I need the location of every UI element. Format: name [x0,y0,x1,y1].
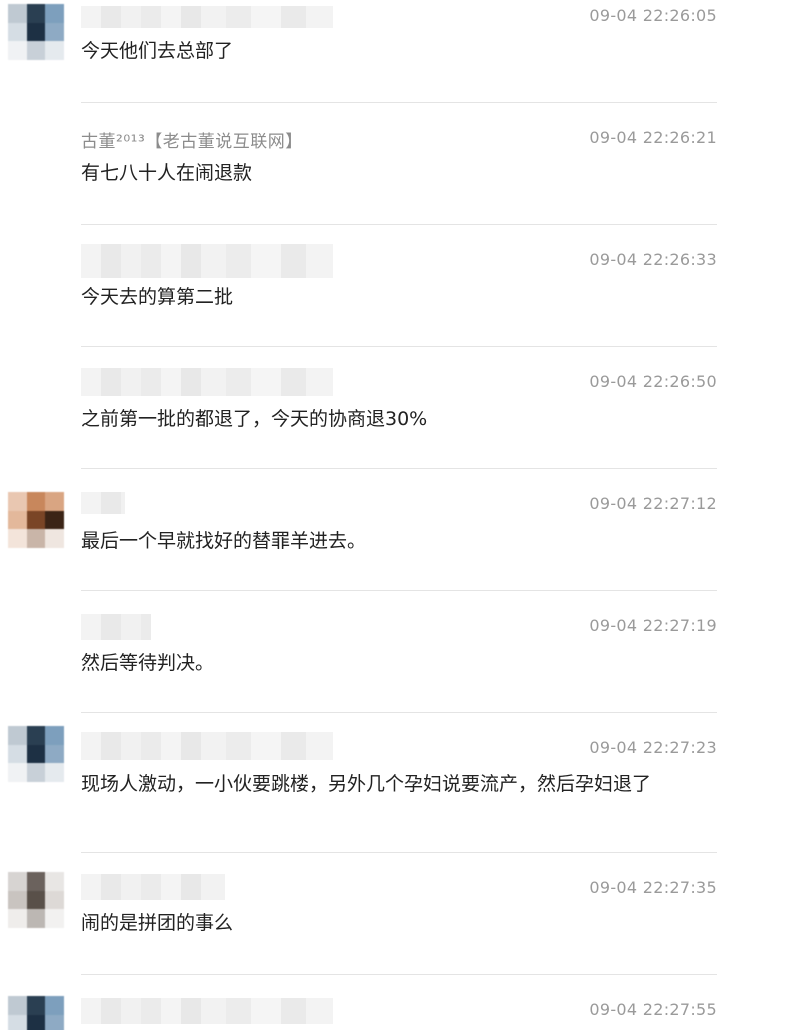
sender-name-blurred [81,614,151,640]
chat-message: 09-04 22:26:50 之前第一批的都退了，今天的协商退30% [0,348,799,468]
sender-name-blurred [81,244,333,278]
sender-name-blurred [81,492,125,514]
avatar[interactable] [8,872,64,928]
sender-name-blurred [81,732,333,760]
avatar[interactable] [8,996,64,1030]
chat-message: 古董²⁰¹³【老古董说互联网】 09-04 22:26:21 有七八十人在闹退款 [0,104,799,224]
message-timestamp: 09-04 22:27:35 [589,878,717,897]
sender-name-blurred [81,874,225,900]
message-text: 现场人激动，一小伙要跳楼，另外几个孕妇说要流产，然后孕妇退了 [81,773,652,795]
sender-name: 古董²⁰¹³【老古董说互联网】 [81,132,303,152]
avatar[interactable] [8,4,64,60]
message-timestamp: 09-04 22:26:33 [589,250,717,269]
sender-name-blurred [81,998,333,1024]
message-divider [81,468,717,469]
message-timestamp: 09-04 22:26:50 [589,372,717,391]
message-text: 之前第一批的都退了，今天的协商退30% [81,408,428,430]
message-text: 闹的是拼团的事么 [81,912,234,934]
message-timestamp: 09-04 22:27:55 [589,1000,717,1019]
message-timestamp: 09-04 22:27:19 [589,616,717,635]
message-timestamp: 09-04 22:26:21 [589,128,717,147]
message-divider [81,590,717,591]
sender-name-blurred [81,6,333,28]
message-divider [81,712,717,713]
chat-message: 09-04 22:27:23 现场人激动，一小伙要跳楼，另外几个孕妇说要流产，然… [0,714,799,854]
avatar[interactable] [8,492,64,548]
message-text: 今天他们去总部了 [81,40,234,62]
message-text: 今天去的算第二批 [81,286,234,308]
message-timestamp: 09-04 22:26:05 [589,6,717,25]
message-text: 有七八十人在闹退款 [81,162,253,184]
message-divider [81,852,717,853]
chat-message: 09-04 22:26:05 今天他们去总部了 [0,0,799,104]
chat-log: 09-04 22:26:05 今天他们去总部了 古董²⁰¹³【老古董说互联网】 … [0,0,799,1030]
chat-message: 09-04 22:27:12 最后一个早就找好的替罪羊进去。 [0,470,799,590]
message-divider [81,224,717,225]
chat-message: 09-04 22:27:35 闹的是拼团的事么 [0,854,799,974]
message-divider [81,346,717,347]
message-divider [81,102,717,103]
sender-name-blurred [81,368,333,396]
message-timestamp: 09-04 22:27:12 [589,494,717,513]
message-text: 最后一个早就找好的替罪羊进去。 [81,530,367,552]
message-text: 然后等待判决。 [81,652,215,674]
avatar[interactable] [8,726,64,782]
chat-message: 09-04 22:27:19 然后等待判决。 [0,592,799,712]
chat-message: 09-04 22:26:33 今天去的算第二批 [0,226,799,346]
chat-message: 09-04 22:27:55 [0,976,799,1030]
message-timestamp: 09-04 22:27:23 [589,738,717,757]
message-divider [81,974,717,975]
